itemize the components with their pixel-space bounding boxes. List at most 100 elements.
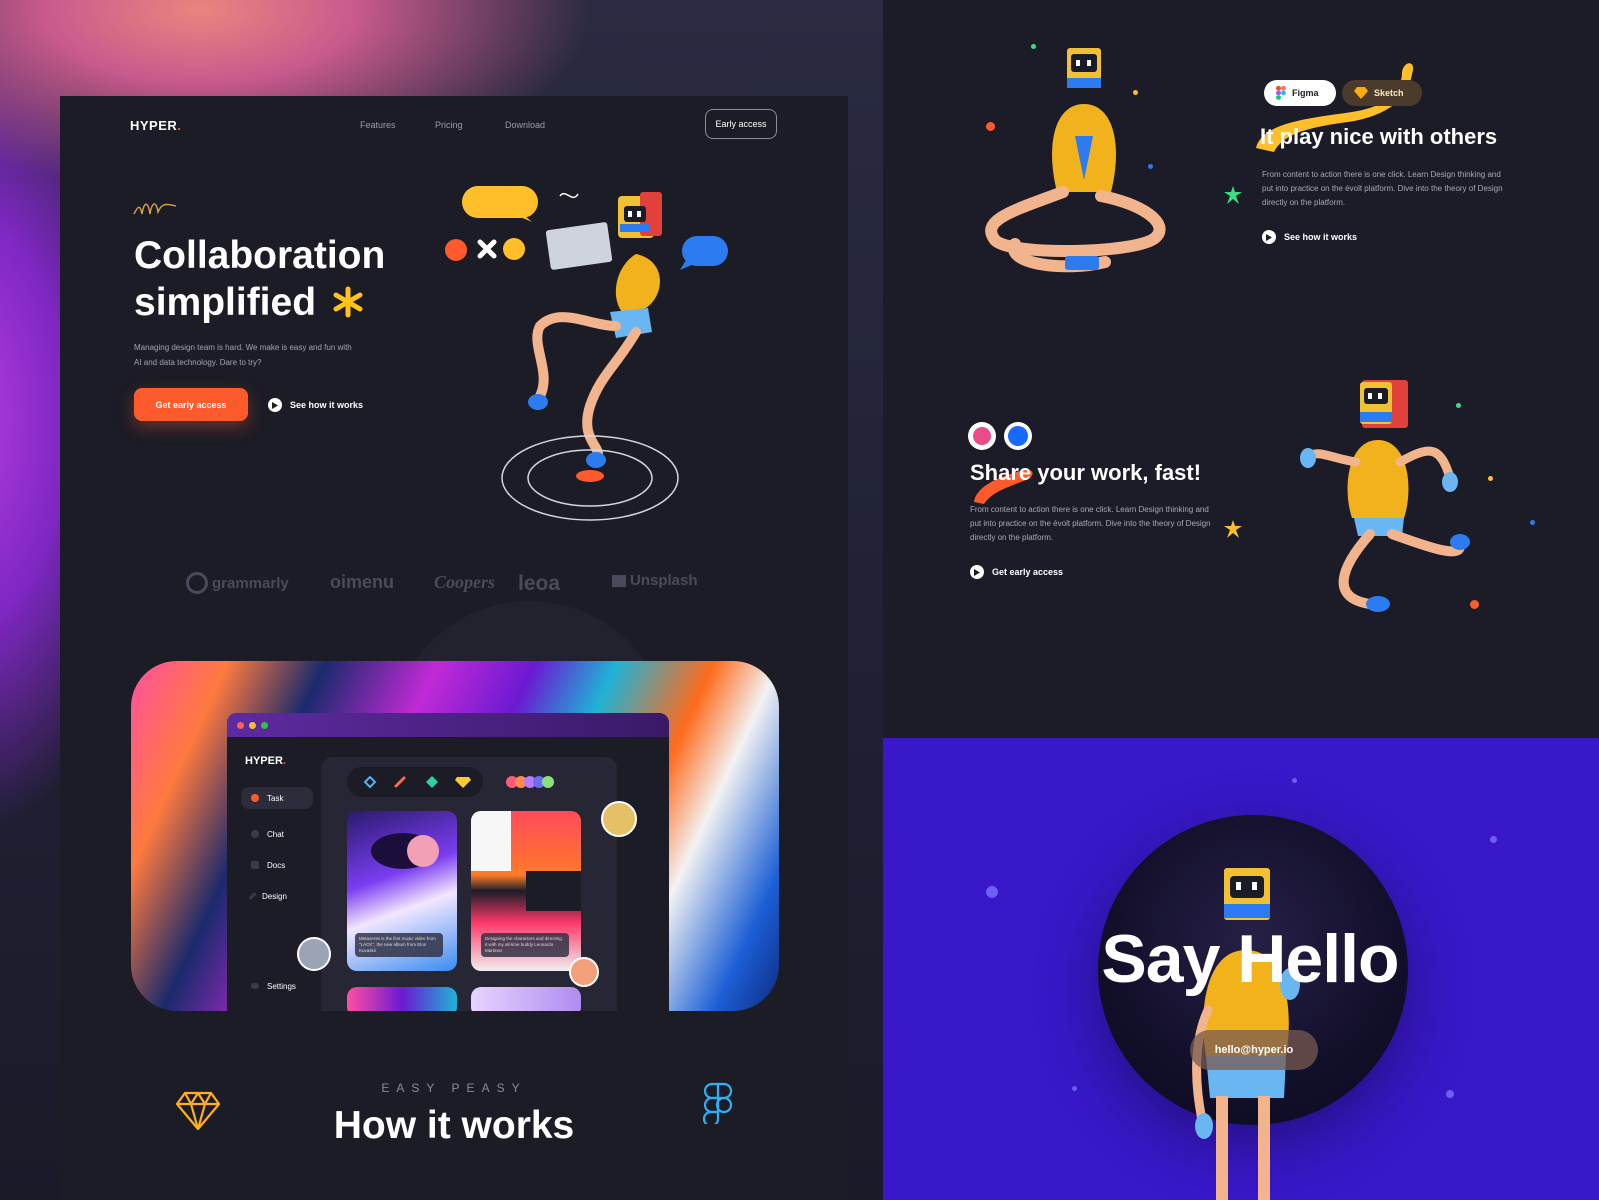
sidebar-settings-label: Settings: [267, 981, 296, 991]
play-icon: [1262, 230, 1276, 244]
get-early-access-button[interactable]: Get early access: [134, 388, 248, 421]
others-description: From content to action there is one clic…: [1262, 170, 1503, 207]
collaborator-avatar-1[interactable]: [601, 801, 637, 837]
card-caption-1: Metaverse is the first music video from …: [355, 933, 443, 957]
green-burst-icon: [1224, 186, 1242, 204]
nav-features[interactable]: Features: [360, 120, 396, 130]
decor-dot: [986, 886, 998, 898]
decor-dot: [1490, 836, 1497, 843]
tool-bar: [347, 767, 483, 797]
figma-chip-label: Figma: [1292, 88, 1319, 98]
sidebar-chat-label: Chat: [267, 829, 284, 839]
sidebar-docs-label: Docs: [267, 860, 286, 870]
sidebar-item-design[interactable]: Design: [241, 885, 313, 907]
meditating-character-illustration: [985, 48, 1166, 273]
sidebar-design-label: Design: [262, 891, 287, 901]
card-caption-2: Designing the characters and directing i…: [481, 933, 569, 957]
design-card-3[interactable]: [347, 987, 457, 1011]
nav-pricing[interactable]: Pricing: [435, 120, 463, 130]
decor-dot: [1446, 1090, 1454, 1098]
squiggle-doodle-icon: [133, 203, 177, 215]
sketch-chip[interactable]: Sketch: [1342, 80, 1422, 106]
app-logo: HYPER.: [245, 755, 286, 767]
logo-dot: .: [177, 118, 182, 133]
logo[interactable]: HYPER.: [130, 118, 181, 133]
sketch-chip-label: Sketch: [1374, 88, 1404, 98]
decor-dot: [1456, 403, 1461, 408]
how-it-works-title: How it works: [333, 1104, 575, 1147]
app-preview-frame: HYPER. Task Chat Docs Design Settings Me…: [131, 661, 779, 1011]
figma-chip[interactable]: Figma: [1264, 80, 1336, 106]
sidebar-item-chat[interactable]: Chat: [241, 823, 313, 845]
decor-dot: [986, 122, 995, 131]
sidebar-item-settings[interactable]: Settings: [241, 975, 313, 997]
figma-logo-icon: [1276, 86, 1286, 100]
dancing-character-illustration: [1300, 380, 1470, 612]
decor-dot: [1488, 476, 1493, 481]
play-icon: [970, 565, 984, 579]
chat-icon: [251, 830, 259, 838]
see-how-it-works-link[interactable]: See how it works: [268, 398, 363, 412]
others-see-how-link[interactable]: See how it works: [1262, 230, 1357, 244]
hero-title-line2: simplified: [134, 281, 317, 324]
email-link[interactable]: hello@hyper.io: [1190, 1030, 1318, 1070]
hero-character-illustration: [445, 186, 728, 521]
brand-grammarly-text: grammarly: [212, 575, 289, 592]
brand-leoa: leoa: [518, 572, 561, 595]
behance-icon[interactable]: [1004, 422, 1032, 450]
close-dot-icon[interactable]: [237, 722, 244, 729]
landing-page: HYPER. Features Pricing Download Early a…: [60, 96, 848, 1200]
brand-coopers: Coopers: [434, 572, 496, 592]
gem-yellow-icon[interactable]: [455, 776, 471, 788]
decor-dot: [1530, 520, 1535, 525]
brand-unsplash: Unsplash: [612, 572, 698, 589]
design-card-4[interactable]: [471, 987, 581, 1011]
say-hello-title: Say Hello: [1101, 921, 1399, 997]
brand-grammarly: grammarly: [186, 572, 289, 595]
hero-title-line1: Collaboration: [134, 234, 386, 277]
dribbble-icon[interactable]: [968, 422, 996, 450]
others-link-label: See how it works: [1284, 232, 1358, 242]
docs-icon: [251, 861, 259, 869]
star-icon: [333, 286, 363, 318]
nav-download[interactable]: Download: [505, 120, 545, 130]
app-titlebar: [227, 713, 669, 737]
swatch-green[interactable]: [542, 776, 554, 788]
share-title: Share your work, fast!: [970, 460, 1202, 485]
share-link-label: Get early access: [992, 567, 1064, 577]
app-logo-text: HYPER: [245, 755, 283, 767]
color-swatches[interactable]: [506, 776, 554, 788]
maximize-dot-icon[interactable]: [261, 722, 268, 729]
picker-icon[interactable]: [393, 775, 407, 789]
pen-icon: [248, 892, 257, 900]
logo-text: HYPER: [130, 118, 178, 133]
settings-toggle-icon: [251, 983, 259, 989]
fill-bucket-icon[interactable]: [363, 775, 377, 789]
collaborator-avatar-2[interactable]: [297, 937, 331, 971]
sidebar-item-task[interactable]: Task: [241, 787, 313, 809]
minimize-dot-icon[interactable]: [249, 722, 256, 729]
early-access-button[interactable]: Early access: [705, 109, 777, 139]
yellow-burst-icon: [1224, 520, 1242, 538]
decor-dot: [1072, 1086, 1077, 1091]
task-icon: [251, 794, 259, 802]
easy-peasy-eyebrow: EASY PEASY: [381, 1081, 527, 1095]
decor-dot: [1148, 164, 1153, 169]
hero-description: Managing design team is hard. We make is…: [134, 343, 352, 367]
hero-title: Collaboration simplified: [134, 232, 454, 326]
sidebar-item-docs[interactable]: Docs: [241, 854, 313, 876]
collaborator-avatar-3[interactable]: [569, 957, 599, 987]
decor-dot: [1133, 90, 1138, 95]
sketch-logo-icon: [1354, 87, 1368, 99]
decor-dot: [1031, 44, 1036, 49]
decor-dot: [1470, 600, 1479, 609]
brand-unsplash-text: Unsplash: [630, 572, 698, 589]
see-how-label: See how it works: [290, 400, 364, 410]
decor-dot: [1292, 778, 1297, 783]
app-logo-dot: .: [282, 755, 286, 767]
gem-green-icon[interactable]: [425, 775, 439, 789]
play-icon: [268, 398, 282, 412]
app-window: HYPER. Task Chat Docs Design Settings Me…: [227, 713, 669, 1011]
share-early-access-link[interactable]: Get early access: [970, 565, 1063, 579]
others-title: It play nice with others: [1260, 124, 1498, 149]
